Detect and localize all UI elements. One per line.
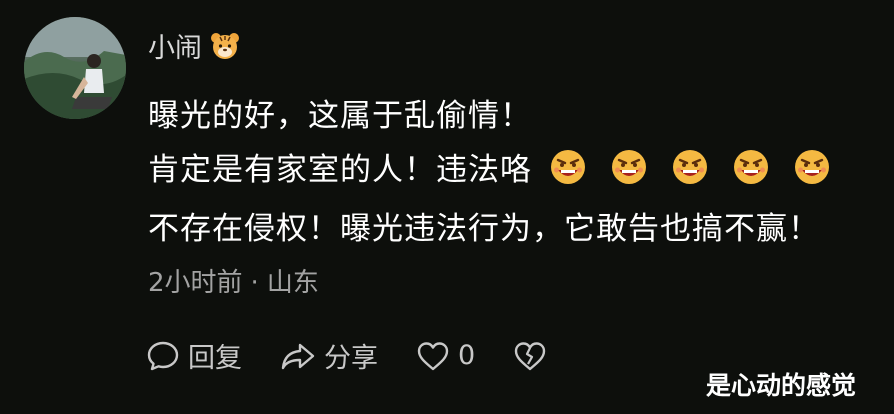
broken-heart-icon xyxy=(514,341,546,370)
comment-line-2: 肯定是有家室的人！违法咯 xyxy=(148,144,830,189)
like-button[interactable]: 0 xyxy=(416,340,475,372)
comment-actions: 回复 分享 0 xyxy=(146,336,593,375)
emoji-row xyxy=(550,149,830,185)
comment-bubble-icon xyxy=(147,341,179,370)
share-button[interactable]: 分享 xyxy=(280,336,378,375)
like-count: 0 xyxy=(458,340,476,371)
comment-line-1: 曝光的好，这属于乱偷情！ xyxy=(148,98,532,134)
comment-location: 山东 xyxy=(266,268,319,298)
comment-line-3: 不存在侵权！曝光违法行为，它敢告也搞不赢！ xyxy=(148,211,820,247)
comment-card: 小闹 曝光的好，这属于乱偷情！ 肯定是有家室的人！违法咯 不存在侵权！曝光违法行… xyxy=(0,0,894,414)
reply-button[interactable]: 回复 xyxy=(146,336,242,375)
angry-face-icon xyxy=(551,149,585,184)
comment-line-2-text: 肯定是有家室的人！违法咯 xyxy=(148,152,532,188)
username-text[interactable]: 小闹 xyxy=(148,26,202,65)
avatar-image xyxy=(24,17,126,119)
watermark-text: 是心动的感觉 xyxy=(706,371,857,400)
comment-time: 2小时前 xyxy=(148,268,243,298)
tiger-face-icon xyxy=(211,32,239,59)
comment-meta: 2小时前 · 山东 xyxy=(148,262,319,299)
avatar[interactable] xyxy=(24,17,126,119)
dislike-button[interactable] xyxy=(513,340,555,372)
heart-icon xyxy=(417,341,449,370)
username[interactable]: 小闹 xyxy=(148,26,240,65)
share-label: 分享 xyxy=(324,343,378,374)
share-arrow-icon xyxy=(281,343,315,369)
angry-face-icon xyxy=(734,149,768,184)
meta-separator: · xyxy=(250,268,259,298)
angry-face-icon xyxy=(673,149,707,184)
angry-face-icon xyxy=(795,149,829,184)
angry-face-icon xyxy=(612,149,646,184)
reply-label: 回复 xyxy=(188,343,242,374)
